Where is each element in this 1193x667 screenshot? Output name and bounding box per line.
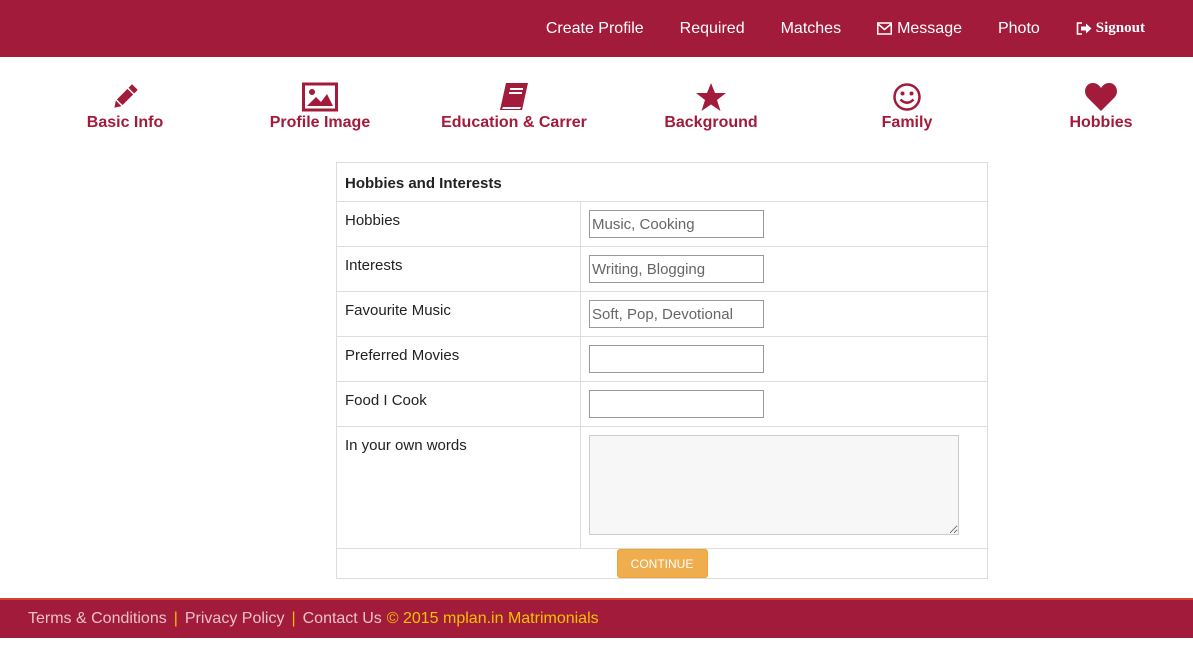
smile-icon: [822, 78, 992, 112]
step-label: Hobbies: [1069, 114, 1133, 131]
nav-message-link[interactable]: Message: [877, 20, 962, 38]
interests-label: Interests: [337, 247, 581, 291]
step-label: Family: [881, 114, 933, 131]
form-heading: Hobbies and Interests: [337, 163, 987, 202]
own-words-label: In your own words: [337, 427, 581, 548]
form-actions: CONTINUE: [337, 549, 987, 579]
nav-signout-link[interactable]: Signout: [1076, 20, 1145, 37]
hobbies-label: Hobbies: [337, 202, 581, 246]
nav-matches-link[interactable]: Matches: [781, 20, 841, 38]
envelope-icon: [877, 21, 894, 36]
step-label: Education & Carrer: [441, 114, 587, 131]
star-icon: [626, 78, 796, 112]
nav-required-link[interactable]: Required: [680, 20, 745, 38]
nav-signout-label: Signout: [1095, 20, 1145, 36]
step-background[interactable]: Background: [626, 78, 796, 132]
form-row-own-words: In your own words: [337, 427, 987, 549]
book-icon: [429, 78, 599, 112]
hobbies-form-panel: Hobbies and Interests Hobbies Interests …: [336, 162, 988, 579]
own-words-textarea[interactable]: [589, 435, 959, 535]
footer: Terms & Conditions | Privacy Policy | Co…: [0, 598, 1193, 638]
food-i-cook-input[interactable]: [589, 390, 764, 418]
step-hobbies[interactable]: Hobbies: [1016, 78, 1186, 132]
terms-link[interactable]: Terms & Conditions: [28, 610, 167, 628]
food-i-cook-label: Food I Cook: [337, 382, 581, 426]
nav-message-label: Message: [897, 19, 962, 37]
step-label: Profile Image: [269, 114, 371, 131]
interests-input[interactable]: [589, 255, 764, 283]
copyright-text: © 2015 mplan.in Matrimonials: [386, 610, 599, 627]
continue-button[interactable]: CONTINUE: [616, 549, 708, 578]
preferred-movies-label: Preferred Movies: [337, 337, 581, 381]
top-nav-menu: Create Profile Required Matches Message …: [546, 0, 1145, 57]
privacy-link[interactable]: Privacy Policy: [185, 610, 285, 628]
footer-separator: |: [291, 610, 296, 627]
form-row-interests: Interests: [337, 247, 987, 292]
form-row-food-i-cook: Food I Cook: [337, 382, 987, 427]
picture-icon: [235, 78, 405, 112]
favourite-music-input[interactable]: [589, 300, 764, 328]
hobbies-input[interactable]: [589, 210, 764, 238]
step-label: Background: [664, 114, 758, 131]
step-label: Basic Info: [86, 114, 164, 131]
step-profile-image[interactable]: Profile Image: [235, 78, 405, 132]
top-navbar: Create Profile Required Matches Message …: [0, 0, 1193, 57]
pencil-icon: [40, 78, 210, 112]
step-education-career[interactable]: Education & Carrer: [429, 78, 599, 132]
step-family[interactable]: Family: [822, 78, 992, 132]
footer-separator: |: [173, 610, 178, 627]
profile-steps: Basic Info Profile Image Education & Car…: [0, 78, 1193, 138]
form-row-hobbies: Hobbies: [337, 202, 987, 247]
nav-photo-link[interactable]: Photo: [998, 20, 1040, 38]
favourite-music-label: Favourite Music: [337, 292, 581, 336]
preferred-movies-input[interactable]: [589, 345, 764, 373]
form-row-preferred-movies: Preferred Movies: [337, 337, 987, 382]
contact-link[interactable]: Contact Us: [303, 610, 382, 628]
step-basic-info[interactable]: Basic Info: [40, 78, 210, 132]
form-row-favourite-music: Favourite Music: [337, 292, 987, 337]
nav-create-profile-link[interactable]: Create Profile: [546, 20, 644, 38]
heart-icon: [1016, 78, 1186, 112]
signout-icon: [1076, 21, 1093, 36]
